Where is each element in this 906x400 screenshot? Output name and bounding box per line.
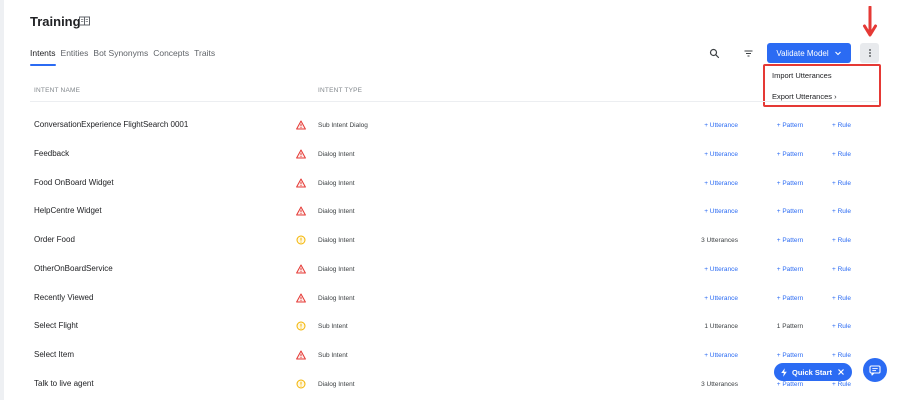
add-utterance-link[interactable]: + Utterance (704, 294, 738, 303)
table-row[interactable]: Talk to live agent Dialog Intent 3 Utteran… (0, 379, 906, 400)
intent-type: Dialog Intent (318, 150, 355, 158)
chat-icon (869, 364, 881, 376)
intent-name[interactable]: Feedback (34, 149, 69, 159)
add-rule-link[interactable]: + Rule (832, 380, 851, 389)
add-utterance-link[interactable]: + Utterance (704, 179, 738, 188)
more-options-button[interactable] (860, 43, 879, 63)
add-pattern-link[interactable]: + Pattern (773, 150, 807, 159)
intent-name[interactable]: Order Food (34, 235, 75, 245)
table-row[interactable]: Order Food Dialog Intent 3 Utterances + Pat… (0, 235, 906, 263)
utterance-count[interactable]: 3 Utterances (701, 380, 738, 389)
validate-model-label: Validate Model (776, 48, 829, 58)
add-utterance-link[interactable]: + Utterance (704, 121, 738, 130)
add-pattern-link[interactable]: + Pattern (773, 236, 807, 245)
add-pattern-link[interactable]: + Pattern (773, 294, 807, 303)
add-pattern-link[interactable]: + Pattern (773, 265, 807, 274)
info-circle-icon (296, 235, 306, 245)
add-rule-link[interactable]: + Rule (832, 351, 851, 360)
header-divider (30, 101, 878, 102)
intent-type: Sub Intent Dialog (318, 122, 368, 129)
intent-type: Dialog Intent (318, 208, 355, 216)
table-row[interactable]: HelpCentre Widget Dialog Intent + Utteranc… (0, 206, 906, 234)
tab-bar: Intents Entities Bot Synonyms Concepts T… (30, 48, 215, 66)
add-rule-link[interactable]: + Rule (832, 294, 851, 303)
table-row[interactable]: Food OnBoard Widget Dialog Intent + Uttera… (0, 178, 906, 206)
intent-type: Dialog Intent (318, 294, 355, 302)
table-row[interactable]: Recently Viewed Dialog Intent + Utterance +… (0, 293, 906, 321)
add-rule-link[interactable]: + Rule (832, 207, 851, 216)
warning-triangle-icon (296, 206, 306, 216)
table-row[interactable]: Select Flight Sub Intent 1 Utterance 1 Patt… (0, 321, 906, 349)
table-row[interactable]: Select Item Sub Intent + Utterance + Patter… (0, 350, 906, 378)
lightning-icon (781, 367, 787, 377)
warning-triangle-icon (296, 178, 306, 187)
intent-name[interactable]: Food OnBoard Widget (34, 178, 114, 188)
info-circle-icon (296, 321, 306, 331)
quick-start-label: Quick Start (792, 367, 833, 377)
intent-name[interactable]: HelpCentre Widget (34, 206, 102, 216)
tab-concepts[interactable]: Concepts (153, 48, 189, 66)
more-vertical-icon (868, 49, 871, 57)
intent-name[interactable]: Recently Viewed (34, 293, 93, 303)
utterance-count[interactable]: 3 Utterances (701, 236, 738, 245)
book-icon[interactable] (79, 16, 90, 26)
tab-bot-synonyms[interactable]: Bot Synonyms (93, 48, 148, 66)
column-header-intent-type: INTENT TYPE (318, 87, 363, 94)
warning-triangle-icon (296, 293, 306, 302)
intent-type: Sub Intent (318, 323, 348, 331)
add-rule-link[interactable]: + Rule (832, 322, 851, 331)
intent-type: Sub Intent (318, 352, 348, 359)
search-icon[interactable] (709, 48, 720, 59)
validate-model-button[interactable]: Validate Model (767, 43, 851, 63)
intent-name[interactable]: Talk to live agent (34, 379, 94, 389)
info-circle-icon (296, 379, 306, 389)
chevron-down-icon (834, 51, 841, 56)
intent-name[interactable]: Select Flight (34, 321, 78, 331)
column-header-intent-name: INTENT NAME (34, 87, 81, 94)
export-utterances-item[interactable]: Export Utterances › (772, 92, 837, 101)
quick-start-button[interactable]: Quick Start (774, 363, 852, 381)
filter-icon[interactable] (743, 48, 754, 59)
chat-button[interactable] (863, 358, 887, 382)
intent-type: Dialog Intent (318, 237, 355, 244)
add-rule-link[interactable]: + Rule (832, 121, 851, 130)
intent-type: Dialog Intent (318, 380, 355, 388)
intent-type: Dialog Intent (318, 265, 355, 273)
add-utterance-link[interactable]: + Utterance (704, 207, 738, 216)
intent-name[interactable]: ConversationExperience FlightSearch 0001 (34, 120, 188, 130)
add-rule-link[interactable]: + Rule (832, 179, 851, 188)
tab-traits[interactable]: Traits (194, 48, 215, 66)
tab-entities[interactable]: Entities (61, 48, 89, 66)
pattern-count[interactable]: 1 Pattern (773, 322, 807, 331)
tab-intents[interactable]: Intents (30, 48, 56, 66)
annotation-arrow-icon (863, 6, 877, 37)
import-utterances-item[interactable]: Import Utterances (772, 71, 832, 80)
add-rule-link[interactable]: + Rule (832, 150, 851, 159)
utterance-count[interactable]: 1 Utterance (704, 322, 738, 331)
add-utterance-link[interactable]: + Utterance (704, 351, 738, 360)
add-utterance-link[interactable]: + Utterance (704, 265, 738, 274)
warning-triangle-icon (296, 120, 306, 130)
add-utterance-link[interactable]: + Utterance (704, 150, 738, 159)
warning-triangle-icon (296, 264, 306, 274)
close-icon[interactable] (836, 367, 846, 377)
intent-name[interactable]: Select Item (34, 350, 74, 360)
add-pattern-link[interactable]: + Pattern (773, 121, 807, 130)
intent-type: Dialog Intent (318, 179, 355, 187)
page-title: Training (30, 14, 81, 29)
add-pattern-link[interactable]: + Pattern (773, 351, 807, 360)
table-row[interactable]: OtherOnBoardService Dialog Intent + Uttera… (0, 264, 906, 292)
intent-name[interactable]: OtherOnBoardService (34, 264, 113, 274)
add-pattern-link[interactable]: + Pattern (773, 207, 807, 216)
warning-triangle-icon (296, 149, 306, 159)
add-pattern-link[interactable]: + Pattern (773, 179, 807, 188)
table-row[interactable]: Feedback Dialog Intent + Utterance + Patter… (0, 149, 906, 177)
warning-triangle-icon (296, 350, 306, 360)
add-rule-link[interactable]: + Rule (832, 265, 851, 274)
table-row[interactable]: ConversationExperience FlightSearch 0001… (0, 120, 906, 148)
add-pattern-link[interactable]: + Pattern (773, 380, 807, 389)
add-rule-link[interactable]: + Rule (832, 236, 851, 245)
